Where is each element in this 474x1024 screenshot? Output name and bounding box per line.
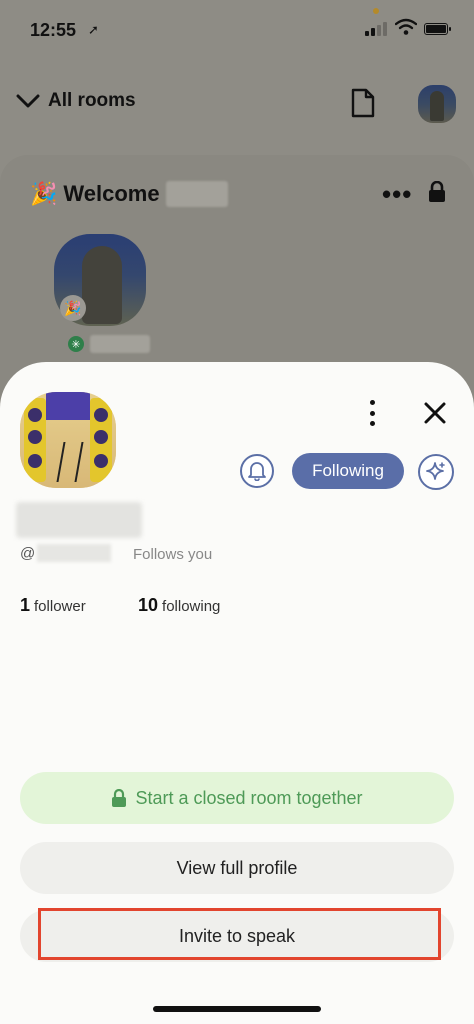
home-indicator bbox=[153, 1006, 321, 1012]
handle-redacted bbox=[37, 544, 112, 562]
following-stat[interactable]: 10 following bbox=[138, 595, 220, 616]
all-rooms-button[interactable]: All rooms bbox=[16, 90, 136, 112]
profile-avatar[interactable] bbox=[20, 392, 116, 488]
profile-handle: @ bbox=[20, 544, 112, 562]
closed-room-label: Start a closed room together bbox=[135, 787, 363, 808]
all-rooms-label: All rooms bbox=[48, 90, 136, 111]
wifi-icon bbox=[395, 18, 417, 35]
follows-you-label: Follows you bbox=[133, 546, 213, 563]
room-title-redacted bbox=[165, 181, 228, 207]
view-full-profile-button[interactable]: View full profile bbox=[20, 842, 454, 894]
chevron-down-icon bbox=[16, 94, 40, 108]
sparkle-button[interactable] bbox=[418, 454, 454, 490]
following-button[interactable]: Following bbox=[292, 453, 404, 489]
invite-to-speak-button[interactable]: Invite to speak bbox=[20, 910, 454, 962]
sparkle-icon bbox=[426, 462, 445, 480]
status-bar: 12:55 ➚ bbox=[0, 0, 474, 60]
followers-stat[interactable]: 1 follower bbox=[20, 595, 86, 616]
bell-icon bbox=[248, 462, 266, 481]
start-closed-room-button[interactable]: Start a closed room together bbox=[20, 772, 454, 824]
followers-label: follower bbox=[34, 598, 86, 615]
privacy-indicator bbox=[373, 8, 379, 14]
battery-icon bbox=[424, 23, 451, 35]
following-count: 10 bbox=[138, 595, 159, 615]
speaker-name: ✳ bbox=[68, 335, 150, 353]
status-time: 12:55 bbox=[30, 20, 77, 40]
profile-name-redacted bbox=[16, 502, 142, 538]
document-icon[interactable] bbox=[350, 87, 376, 119]
room-title: 🎉 Welcome bbox=[30, 181, 228, 207]
lock-icon bbox=[112, 788, 127, 807]
handle-prefix: @ bbox=[20, 544, 36, 562]
my-avatar[interactable] bbox=[418, 85, 456, 123]
profile-sheet: Following @ Follows you 1 follower 10 foll… bbox=[0, 362, 474, 1024]
more-icon[interactable]: ••• bbox=[382, 179, 412, 210]
room-title-text: Welcome bbox=[63, 181, 160, 206]
notify-bell-button[interactable] bbox=[240, 454, 274, 488]
followers-count: 1 bbox=[20, 595, 31, 615]
lock-icon bbox=[429, 181, 445, 202]
following-label: following bbox=[162, 598, 221, 615]
signal-icon bbox=[365, 22, 387, 36]
location-arrow-icon: ➚ bbox=[88, 22, 99, 37]
moderator-icon: ✳ bbox=[68, 336, 84, 352]
party-popper-icon: 🎉 bbox=[60, 295, 86, 321]
top-nav: All rooms bbox=[0, 78, 474, 128]
speaker-name-redacted bbox=[90, 335, 150, 353]
party-popper-icon: 🎉 bbox=[30, 181, 58, 206]
more-options-icon[interactable] bbox=[362, 400, 382, 426]
close-icon[interactable] bbox=[420, 398, 450, 428]
